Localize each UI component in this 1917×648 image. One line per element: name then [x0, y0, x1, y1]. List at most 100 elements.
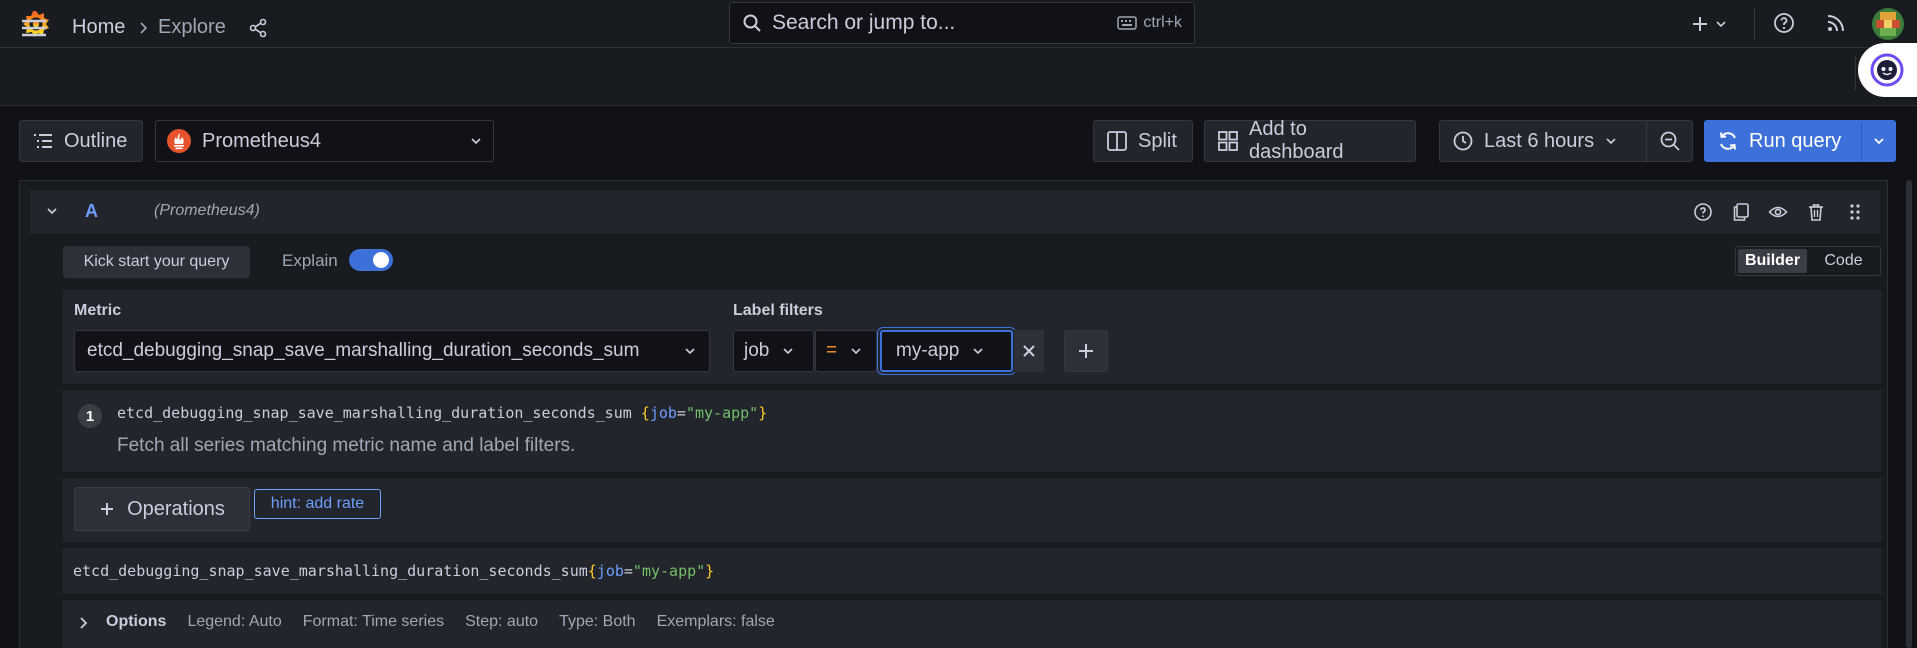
close-icon [1022, 344, 1036, 358]
eye-icon[interactable] [1768, 202, 1788, 222]
options-exemplars: Exemplars: false [656, 613, 775, 630]
run-button-divider [1861, 121, 1862, 161]
datasource-name: Prometheus4 [202, 129, 321, 152]
scrollbar[interactable] [1906, 180, 1912, 648]
share-icon[interactable] [248, 18, 268, 38]
chevron-down-icon[interactable] [1871, 133, 1887, 149]
search-placeholder: Search or jump to... [772, 11, 956, 34]
columns-icon [1106, 130, 1128, 152]
zoom-out-button[interactable] [1646, 120, 1693, 162]
chevron-down-icon [849, 344, 863, 358]
menu-icon[interactable] [20, 16, 48, 40]
topbar-divider [1754, 8, 1755, 40]
chevron-down-icon [469, 134, 483, 148]
breadcrumb-bar [0, 48, 1917, 106]
news-icon[interactable] [1824, 11, 1848, 35]
remove-filter-button[interactable] [1014, 330, 1044, 372]
navbar-divider [1855, 56, 1856, 90]
label-key-token: job [596, 562, 624, 580]
prometheus-icon [166, 128, 192, 154]
query-ref-id[interactable]: A [85, 201, 98, 222]
add-filter-button[interactable] [1064, 330, 1108, 372]
options-legend: Legend: Auto [187, 613, 282, 630]
brace-token: { [587, 562, 597, 580]
user-avatar[interactable] [1872, 8, 1904, 40]
refresh-icon [1717, 130, 1739, 152]
label-key: job [744, 340, 770, 361]
collapse-icon[interactable] [44, 203, 60, 219]
options-step: Step: auto [465, 613, 539, 630]
eq-token: = [676, 404, 686, 422]
help-icon[interactable] [1693, 202, 1713, 222]
label-key-token: job [649, 404, 677, 422]
query-row-header [30, 190, 1880, 234]
label-operator-select[interactable]: = [815, 330, 877, 372]
raw-query: etcd_debugging_snap_save_marshalling_dur… [73, 562, 714, 580]
explain-toggle[interactable] [349, 249, 393, 271]
add-to-dashboard-button[interactable]: Add to dashboard [1204, 118, 1416, 163]
label-value: my-app [896, 340, 960, 361]
mode-code-button[interactable]: Code [1809, 249, 1878, 273]
explain-description: Fetch all series matching metric name an… [117, 435, 576, 456]
clock-icon [1452, 130, 1474, 152]
chevron-right-icon[interactable] [78, 615, 90, 631]
kick-start-button[interactable]: Kick start your query [63, 246, 250, 278]
add-to-dashboard-label: Add to dashboard [1249, 118, 1344, 163]
duplicate-icon[interactable] [1731, 202, 1751, 222]
hint-add-rate-button[interactable]: hint: add rate [254, 489, 381, 519]
options-title: Options [106, 613, 167, 630]
datasource-picker[interactable]: Prometheus4 [155, 120, 494, 162]
plus-icon [99, 501, 115, 517]
assistant-button[interactable] [1858, 43, 1917, 97]
editor-mode-toggle: Builder Code [1735, 246, 1881, 276]
chevron-down-icon [1604, 134, 1618, 148]
chevron-right-icon [138, 20, 150, 36]
keyboard-icon [1117, 16, 1138, 30]
explain-section [63, 390, 1881, 472]
options-summary[interactable]: Options Legend: Auto Format: Time series… [106, 613, 775, 631]
assistant-icon [1870, 53, 1904, 87]
options-format: Format: Time series [302, 613, 445, 630]
label-operator: = [826, 340, 838, 361]
operations-button[interactable]: Operations [74, 487, 250, 531]
new-menu-button[interactable] [1690, 10, 1728, 38]
chevron-down-icon [683, 344, 697, 358]
zoom-out-icon [1659, 130, 1681, 152]
split-label: Split [1138, 129, 1177, 152]
metric-select[interactable]: etcd_debugging_snap_save_marshalling_dur… [74, 330, 710, 372]
explain-query: etcd_debugging_snap_save_marshalling_dur… [117, 404, 767, 422]
shortcut-label: ctrl+k [1143, 14, 1182, 31]
apps-icon [1217, 130, 1239, 152]
search-bar[interactable]: Search or jump to... ctrl+k [729, 2, 1195, 44]
list-icon [32, 131, 54, 151]
time-range-label: Last 6 hours [1484, 129, 1595, 152]
options-type: Type: Both [559, 613, 636, 630]
run-query-button[interactable]: Run query [1704, 120, 1896, 162]
label-filters-label: Label filters [733, 302, 823, 319]
time-range-picker[interactable]: Last 6 hours [1439, 120, 1647, 162]
mode-builder-button[interactable]: Builder [1738, 249, 1807, 273]
label-value-token: "my-app" [632, 562, 706, 580]
run-query-label: Run query [1749, 129, 1842, 152]
brace-token: } [758, 404, 768, 422]
chevron-down-icon [1714, 17, 1728, 31]
step-badge: 1 [78, 404, 102, 428]
metric-label: Metric [74, 302, 122, 319]
outline-label: Outline [64, 129, 128, 152]
help-icon[interactable] [1772, 11, 1796, 35]
brace-token: { [640, 404, 650, 422]
chevron-down-icon [971, 344, 985, 358]
eq-token: = [623, 562, 633, 580]
split-button[interactable]: Split [1093, 120, 1193, 162]
explain-label: Explain [282, 251, 338, 270]
breadcrumb-home[interactable]: Home [72, 16, 125, 39]
trash-icon[interactable] [1806, 202, 1826, 222]
search-icon [742, 13, 762, 33]
query-metric-token: etcd_debugging_snap_save_marshalling_dur… [73, 562, 588, 580]
label-key-select[interactable]: job [733, 330, 814, 372]
label-value-select[interactable]: my-app [877, 327, 1016, 375]
plus-icon [1077, 342, 1095, 360]
drag-handle-icon[interactable] [1848, 202, 1862, 222]
operations-label: Operations [127, 497, 225, 520]
outline-button[interactable]: Outline [19, 120, 143, 162]
